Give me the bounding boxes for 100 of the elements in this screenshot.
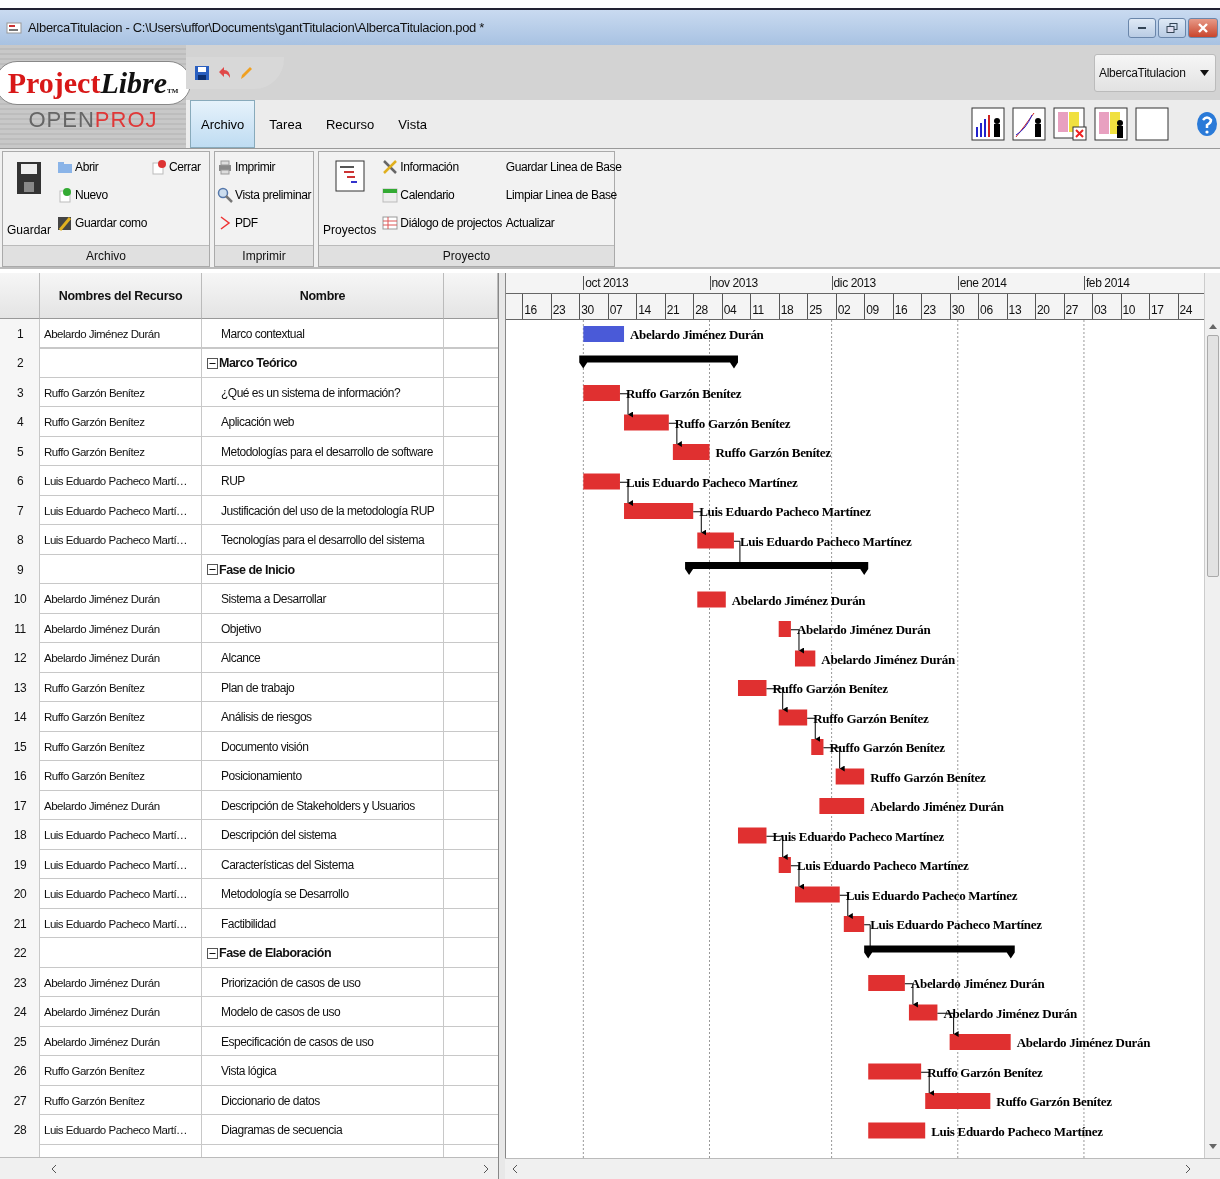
close-icon (1197, 22, 1209, 33)
print-preview-button[interactable]: Vista preliminar (217, 184, 312, 206)
help-icon[interactable] (1196, 111, 1218, 137)
summary-bar[interactable] (579, 355, 738, 369)
collapse-icon[interactable] (207, 947, 218, 959)
column-header[interactable]: Nombres del Recurso (40, 273, 202, 319)
update-button[interactable]: Actualizar (505, 212, 622, 234)
row-number: 12 (12, 650, 28, 668)
task-name: Objetivo (220, 621, 262, 636)
new-button[interactable]: Nuevo (57, 184, 147, 206)
minimize-button[interactable] (1128, 17, 1156, 38)
task-name: Factibilidad (220, 916, 276, 931)
close-file-button[interactable]: Cerrar (150, 156, 201, 178)
resource-name: Ruffo Garzón Benítez (44, 1065, 145, 1078)
vertical-scrollbar[interactable] (1204, 273, 1220, 1158)
scroll-right-icon[interactable] (482, 1164, 490, 1173)
summary-task-name: Marco Teórico (219, 356, 297, 371)
minimize-icon (1138, 26, 1146, 29)
task-bar[interactable] (908, 1004, 938, 1021)
resource-name: Abelardo Jiménez Durán (44, 652, 160, 665)
summary-bar[interactable] (685, 562, 869, 575)
bar-label: Luis Eduardo Pacheco Martínez (739, 533, 912, 549)
print-button[interactable]: Imprimir (217, 156, 312, 178)
scroll-up-icon[interactable] (1208, 323, 1217, 329)
bar-label: Ruffo Garzón Benítez (813, 710, 929, 726)
task-bar[interactable] (843, 916, 865, 932)
gantt-document-icon (334, 160, 365, 194)
tools-icon (382, 159, 399, 175)
save-baseline-button[interactable]: Guardar Linea de Base (505, 156, 622, 178)
resource-name: Ruffo Garzón Benítez (44, 770, 145, 783)
task-name: Marco contextual (220, 326, 305, 341)
task-name: Plan de trabajo (220, 680, 295, 695)
task-bar[interactable] (778, 709, 808, 726)
resource-name: Abelardo Jiménez Durán (44, 327, 160, 340)
table-resource-icon[interactable] (1094, 107, 1128, 141)
clear-baseline-button[interactable]: Limpiar Linea de Base (505, 184, 622, 206)
info-button[interactable]: Información (382, 156, 502, 178)
task-bar[interactable] (778, 857, 791, 873)
openproj-logo: OPENPROJ (28, 106, 158, 133)
task-bar[interactable] (794, 650, 816, 667)
summary-bar[interactable] (864, 945, 1015, 959)
ribbon-tab[interactable]: Recurso (315, 100, 385, 148)
bar-label: Abelardo Jiménez Durán (943, 1005, 1077, 1021)
month-label: ene 2014 (957, 276, 1007, 290)
task-bar[interactable] (835, 768, 865, 785)
resource-name: Abelardo Jiménez Durán (44, 622, 160, 635)
bar-label: Abelardo Jiménez Durán (1016, 1035, 1151, 1050)
task-name: Aplicación web (220, 415, 295, 430)
row-number: 20 (12, 886, 28, 904)
scroll-left-icon[interactable] (50, 1164, 58, 1173)
ribbon-tab[interactable]: Tarea (259, 100, 312, 148)
scrollbar-thumb[interactable] (1206, 335, 1219, 577)
week-label: 10 (1120, 294, 1136, 319)
week-label: 04 (721, 294, 737, 319)
row-number: 13 (12, 679, 28, 697)
restore-button[interactable] (1158, 17, 1186, 38)
blank-view-icon[interactable] (1135, 107, 1169, 141)
line-chart-icon[interactable] (1012, 107, 1046, 141)
task-bar[interactable] (811, 739, 824, 755)
save-icon[interactable] (194, 64, 210, 81)
projects-button[interactable]: Proyectos (321, 156, 379, 241)
group-title: Proyecto (319, 245, 614, 266)
group-title: Archivo (3, 245, 209, 266)
table-delete-icon[interactable] (1053, 107, 1087, 141)
save-as-button[interactable]: Guardar como (57, 212, 147, 234)
row-number: 3 (15, 384, 25, 402)
bar-label: Ruffo Garzón Benítez (829, 740, 945, 755)
task-name: Vista lógica (220, 1064, 277, 1079)
scroll-right-icon[interactable] (1184, 1165, 1192, 1173)
ribbon-tab[interactable]: Archivo (190, 100, 256, 148)
scroll-down-icon[interactable] (1208, 1144, 1217, 1150)
open-button[interactable]: Abrir (57, 156, 147, 178)
project-dialog-button[interactable]: Diálogo de projectos (382, 212, 502, 234)
collapse-icon[interactable] (207, 564, 218, 576)
row-number: 18 (12, 827, 28, 845)
week-label: 24 (1177, 294, 1193, 319)
horizontal-scrollbar[interactable] (505, 1158, 1220, 1179)
column-header[interactable]: Nombre (202, 273, 444, 319)
row-number: 7 (15, 502, 25, 520)
row-number: 2 (15, 355, 25, 373)
save-button[interactable]: Guardar (5, 156, 54, 241)
week-label: 02 (835, 294, 851, 319)
printer-icon (217, 159, 233, 175)
ribbon-tab[interactable]: Vista (388, 100, 437, 148)
row-number: 14 (12, 709, 28, 727)
row-number: 9 (15, 561, 25, 579)
histogram-icon[interactable] (971, 107, 1005, 141)
week-label: 23 (921, 294, 936, 319)
project-dropdown[interactable]: AlbercaTitulacion (1094, 53, 1216, 92)
horizontal-scrollbar[interactable] (0, 1157, 498, 1179)
resource-name: Ruffo Garzón Benítez (44, 711, 145, 724)
row-number: 21 (12, 915, 28, 933)
collapse-icon[interactable] (207, 357, 218, 369)
scroll-left-icon[interactable] (511, 1165, 519, 1173)
calendar-button[interactable]: Calendario (382, 184, 502, 206)
week-label: 21 (664, 294, 680, 319)
close-button[interactable] (1188, 17, 1218, 38)
pdf-button[interactable]: PDF (217, 212, 312, 234)
row-number: 24 (12, 1004, 28, 1022)
week-label: 03 (1092, 294, 1107, 319)
